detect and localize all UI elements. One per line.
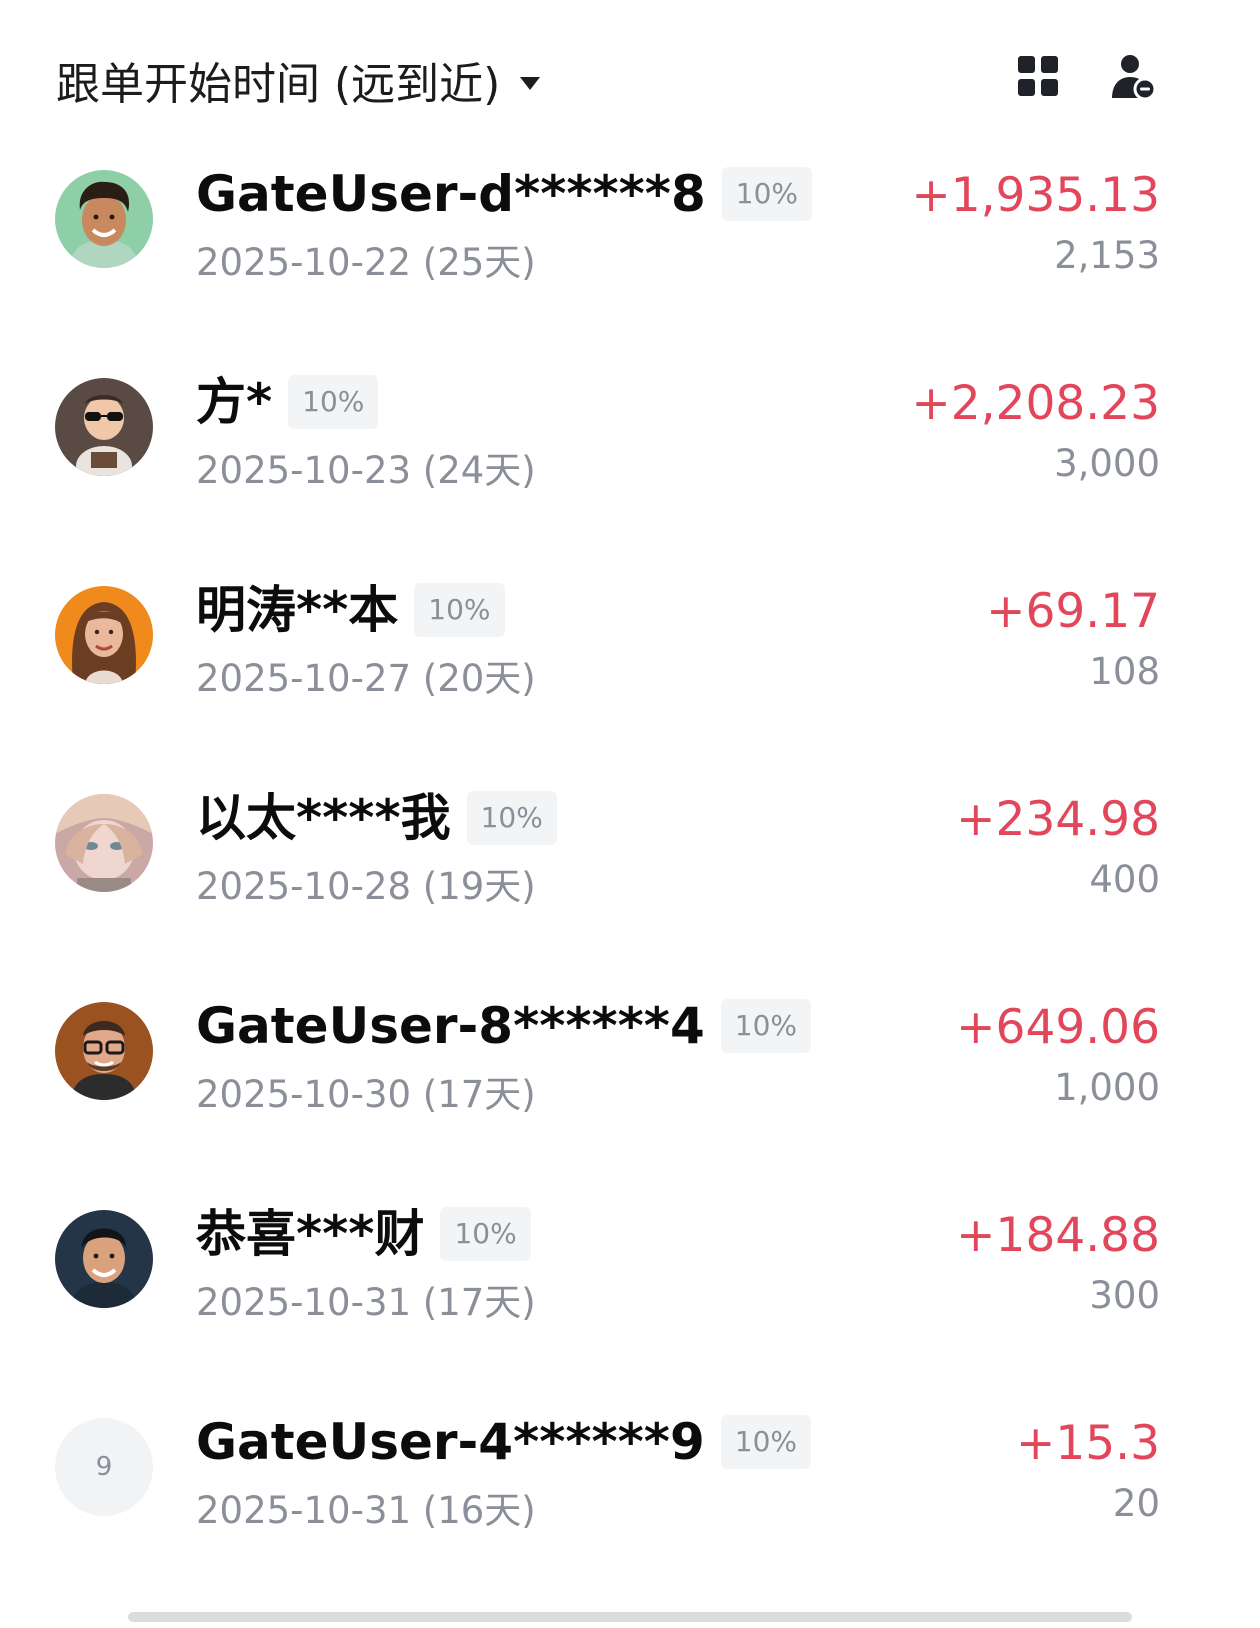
avatar <box>55 378 153 476</box>
trader-name: GateUser-4******9 <box>196 1413 705 1471</box>
invested-amount: 20 <box>1112 1482 1160 1525</box>
user-remove-icon[interactable] <box>1108 52 1157 101</box>
list-item[interactable]: 恭喜***财 10% 2025-10-31 (17天) +184.88 300 <box>0 1190 1260 1400</box>
share-tag: 10% <box>440 1207 531 1261</box>
home-indicator <box>128 1612 1132 1622</box>
profit-value: +649.06 <box>956 1000 1160 1055</box>
invested-amount: 3,000 <box>1054 442 1160 485</box>
avatar <box>55 170 153 268</box>
follow-start-date: 2025-10-27 (20天) <box>196 657 536 700</box>
trader-list: GateUser-d******8 10% 2025-10-22 (25天) +… <box>0 150 1260 1570</box>
follow-start-date: 2025-10-30 (17天) <box>196 1073 536 1116</box>
profit-value: +1,935.13 <box>911 168 1160 223</box>
profit-value: +234.98 <box>956 792 1160 847</box>
avatar <box>55 794 153 892</box>
follow-start-date: 2025-10-28 (19天) <box>196 865 536 908</box>
sort-label: 跟单开始时间 (远到近) <box>56 59 501 110</box>
profit-value: +184.88 <box>956 1208 1160 1263</box>
sort-dropdown[interactable]: 跟单开始时间 (远到近) <box>56 48 541 112</box>
list-header: 跟单开始时间 (远到近) <box>0 0 1260 150</box>
trader-name: 方* <box>196 373 273 431</box>
follow-start-date: 2025-10-22 (25天) <box>196 241 536 284</box>
follow-start-date: 2025-10-31 (17天) <box>196 1281 536 1324</box>
invested-amount: 108 <box>1089 650 1160 693</box>
profit-value: +2,208.23 <box>911 376 1160 431</box>
list-item[interactable]: GateUser-d******8 10% 2025-10-22 (25天) +… <box>0 150 1260 360</box>
trader-name: 明涛**本 <box>196 581 399 639</box>
profit-value: +15.3 <box>1015 1416 1160 1471</box>
trader-name-line: GateUser-d******8 10% <box>196 164 812 224</box>
follow-start-date: 2025-10-23 (24天) <box>196 449 536 492</box>
trader-name: 以太****我 <box>196 789 451 847</box>
trader-name-line: 以太****我 10% <box>196 788 557 848</box>
trader-name: GateUser-8******4 <box>196 997 705 1055</box>
avatar <box>55 1002 153 1100</box>
share-tag: 10% <box>288 375 379 429</box>
list-item[interactable]: 以太****我 10% 2025-10-28 (19天) +234.98 400 <box>0 774 1260 984</box>
share-tag: 10% <box>720 999 811 1053</box>
avatar <box>55 586 153 684</box>
trader-name: GateUser-d******8 <box>196 165 706 223</box>
share-tag: 10% <box>466 791 557 845</box>
list-item[interactable]: 明涛**本 10% 2025-10-27 (20天) +69.17 108 <box>0 566 1260 776</box>
share-tag: 10% <box>720 1415 811 1469</box>
share-tag: 10% <box>721 167 812 221</box>
trader-name-line: GateUser-8******4 10% <box>196 996 811 1056</box>
trader-name-line: 明涛**本 10% <box>196 580 505 640</box>
caret-down-icon <box>520 76 541 90</box>
profit-value: +69.17 <box>986 584 1160 639</box>
invested-amount: 1,000 <box>1054 1066 1160 1109</box>
avatar-placeholder: 9 <box>55 1418 153 1516</box>
trader-name-line: 恭喜***财 10% <box>196 1204 531 1264</box>
trader-name-line: GateUser-4******9 10% <box>196 1412 811 1472</box>
avatar <box>55 1210 153 1308</box>
trader-name: 恭喜***财 <box>196 1205 425 1263</box>
grid-view-icon[interactable] <box>1014 52 1062 100</box>
invested-amount: 400 <box>1089 858 1160 901</box>
invested-amount: 2,153 <box>1054 234 1160 277</box>
list-item[interactable]: 方* 10% 2025-10-23 (24天) +2,208.23 3,000 <box>0 358 1260 568</box>
follow-start-date: 2025-10-31 (16天) <box>196 1489 536 1532</box>
invested-amount: 300 <box>1089 1274 1160 1317</box>
trader-name-line: 方* 10% <box>196 372 379 432</box>
share-tag: 10% <box>414 583 505 637</box>
list-item[interactable]: 9 GateUser-4******9 10% 2025-10-31 (16天)… <box>0 1398 1260 1570</box>
list-item[interactable]: GateUser-8******4 10% 2025-10-30 (17天) +… <box>0 982 1260 1192</box>
